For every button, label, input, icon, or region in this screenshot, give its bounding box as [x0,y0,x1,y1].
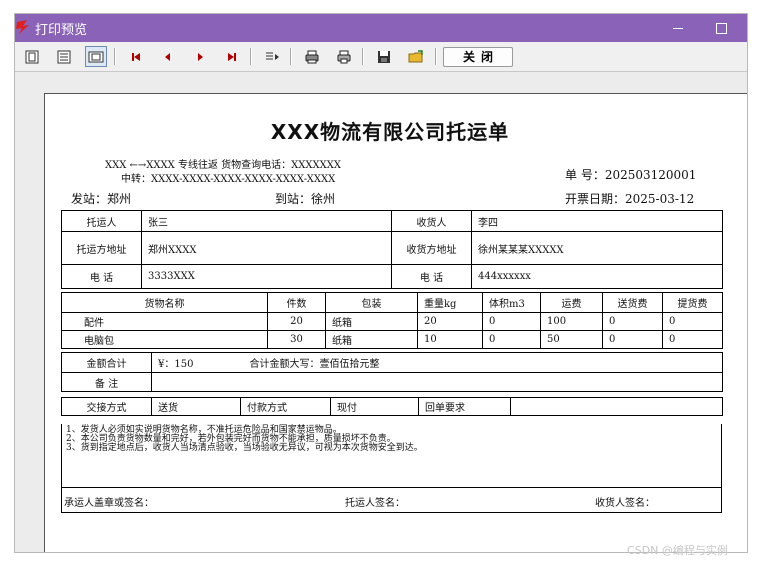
title-bar: 打印预览 [15,14,747,42]
consignee-value: 李四 [471,210,723,232]
receipt-label: 回单要求 [418,397,511,416]
payment-label: 付款方式 [240,397,331,416]
handover-label: 交接方式 [61,397,152,416]
goods-cell: 20 [267,312,326,331]
goods-cell: 0 [602,330,663,349]
consignee-address-label: 收货方地址 [391,231,472,265]
goods-header-delivery-fee: 送货费 [602,292,663,313]
minimize-button[interactable] [667,17,689,39]
shipper-signature: 托运人签名： [345,498,405,509]
toolbar: 关闭 [15,42,747,72]
amount-row: ¥：150 合计金额大写：壹佰伍拾元整 [151,352,723,373]
totals-table: 金额合计 ¥：150 合计金额大写：壹佰伍拾元整 备 注 [61,352,723,392]
route-line: XXX ←→XXXX 专线往返 货物查询电话：XXXXXXX [105,160,341,171]
document-page: XXX物流有限公司托运单 XXX ←→XXXX 专线往返 货物查询电话：XXXX… [44,93,747,552]
goods-cell: 0 [602,312,663,331]
print-icon[interactable] [333,46,355,67]
goods-header-qty: 件数 [267,292,326,313]
amount-label: 金额合计 [61,352,152,373]
table-row: 电脑包 30 纸箱 10 0 50 0 0 [61,330,723,349]
next-page-icon[interactable] [189,46,211,67]
terms-line: 3、货到指定地点后，收货人当场清点验收，当场验收无异议，可视为本次货物安全到达。 [66,443,423,453]
goods-cell: 10 [417,330,483,349]
goto-page-icon[interactable] [261,46,283,67]
goods-header-name: 货物名称 [61,292,268,313]
goods-cell: 0 [482,312,541,331]
terms-box: 1、发货人必须如实说明货物名称，不准托运危险品和国家禁运物品。 2、本公司负责货… [61,424,722,513]
consignee-phone-value: 444xxxxxx [471,264,723,289]
goods-header-packing: 包装 [325,292,418,313]
window-title: 打印预览 [35,23,88,38]
issue-date: 开票日期：2025-03-12 [565,192,695,206]
handover-value: 送货 [151,397,241,416]
multi-page-icon[interactable] [53,46,75,67]
watermark: CSDN @编程与实例 [627,544,728,557]
shipper-address-label: 托运方地址 [61,231,142,265]
shipper-address-value: 郑州XXXX [141,231,392,265]
amount-value: ¥：150 [158,359,194,370]
goods-cell: 纸箱 [325,312,418,331]
amount-upper-value: 壹佰伍拾元整 [319,359,380,370]
print-setup-icon[interactable] [301,46,323,67]
print-preview-window: 打印预览 关闭 XXX物流有限公司托运单 XXX ←→XXXX 专线往返 货物查… [14,13,748,553]
app-logo-icon [15,18,31,36]
single-page-icon[interactable] [21,46,43,67]
remarks-label: 备 注 [61,372,152,392]
remarks-value [151,372,723,392]
receipt-value [510,397,723,416]
goods-cell: 0 [482,330,541,349]
handover-table: 交接方式 送货 付款方式 现付 回单要求 [61,397,723,416]
terms-text: 1、发货人必须如实说明货物名称，不准托运危险品和国家禁运物品。 2、本公司负责货… [62,424,721,488]
consignee-address-value: 徐州某某某XXXXX [471,231,723,265]
to-station: 到站：徐州 [275,192,336,206]
goods-cell: 0 [662,312,723,331]
maximize-button[interactable] [710,17,732,39]
goods-cell: 纸箱 [325,330,418,349]
page-setup-icon[interactable] [85,46,107,67]
amount-upper-label: 合计金额大写： [249,359,320,370]
document-title: XXX物流有限公司托运单 [270,120,510,144]
shipper-label: 托运人 [61,210,142,232]
goods-cell: 配件 [61,312,268,331]
transfer-line: 中转：XXXX-XXXX-XXXX-XXXX-XXXX-XXXX [121,174,336,185]
goods-cell: 20 [417,312,483,331]
shipper-phone-value: 3333XXX [141,264,392,289]
goods-header-weight: 重量kg [417,292,483,313]
consignee-label: 收货人 [391,210,472,232]
from-station: 发站：郑州 [71,192,132,206]
shipper-phone-label: 电 话 [61,264,142,289]
first-page-icon[interactable] [125,46,147,67]
goods-header-pickup-fee: 提货费 [662,292,723,313]
goods-cell: 电脑包 [61,330,268,349]
order-no: 单 号：202503120001 [565,168,697,182]
close-button[interactable]: 关闭 [443,47,513,67]
goods-cell: 0 [662,330,723,349]
goods-cell: 50 [540,330,603,349]
last-page-icon[interactable] [221,46,243,67]
prev-page-icon[interactable] [157,46,179,67]
goods-cell: 100 [540,312,603,331]
goods-header-freight: 运费 [540,292,603,313]
goods-header-volume: 体积m3 [482,292,541,313]
goods-table: 货物名称 件数 包装 重量kg 体积m3 运费 送货费 提货费 配件 20 纸箱… [61,292,723,349]
open-icon[interactable] [405,46,427,67]
table-row: 配件 20 纸箱 20 0 100 0 0 [61,312,723,331]
payment-value: 现付 [330,397,419,416]
goods-cell: 30 [267,330,326,349]
shipper-value: 张三 [141,210,392,232]
carrier-signature: 承运人盖章或签名： [64,498,154,509]
save-icon[interactable] [373,46,395,67]
consignee-phone-label: 电 话 [391,264,472,289]
parties-table: 托运人 张三 收货人 李四 托运方地址 郑州XXXX 收货方地址 徐州某某某XX… [61,210,723,289]
consignee-signature: 收货人签名： [595,498,655,509]
